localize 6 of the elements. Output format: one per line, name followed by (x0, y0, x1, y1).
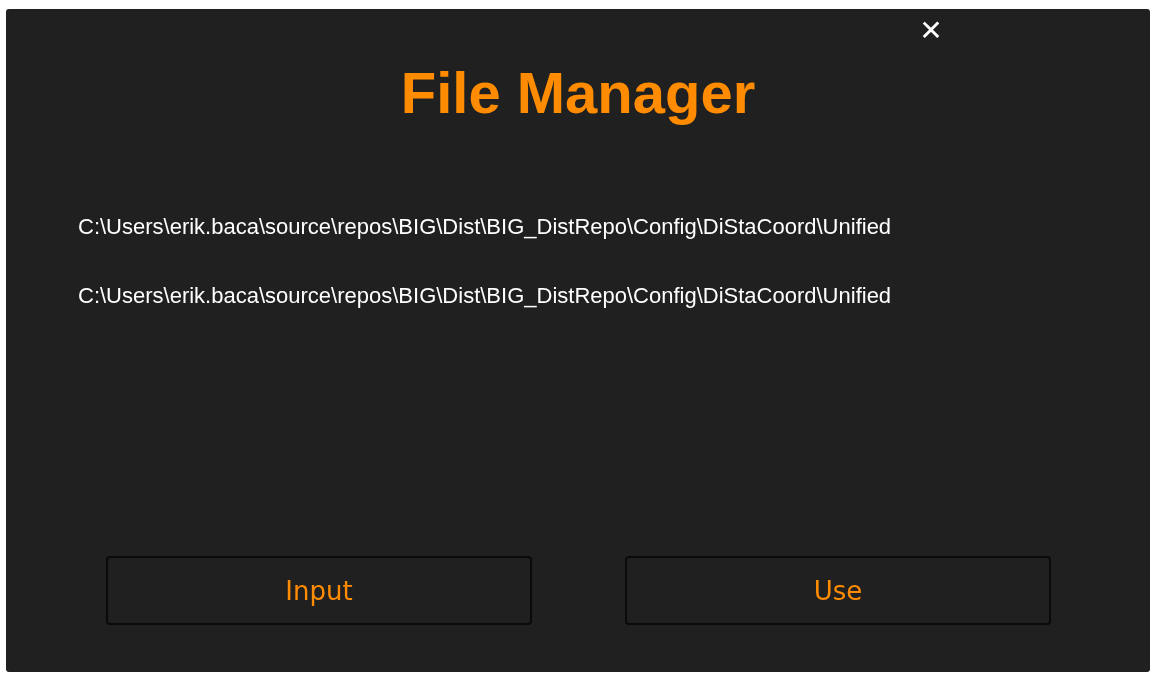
use-button[interactable]: Use (625, 556, 1051, 625)
input-button[interactable]: Input (106, 556, 532, 625)
file-path: C:\Users\erik.baca\source\repos\BIG\Dist\BIG_DistRepo\Config\DiStaCoord\Unified (78, 284, 892, 308)
window-title: File Manager (399, 59, 757, 127)
file-path: C:\Users\erik.baca\source\repos\BIG\Dist\BIG_DistRepo\Config\DiStaCoord\Unified (78, 215, 892, 239)
close-button[interactable]: ✕ (724, 9, 1150, 49)
